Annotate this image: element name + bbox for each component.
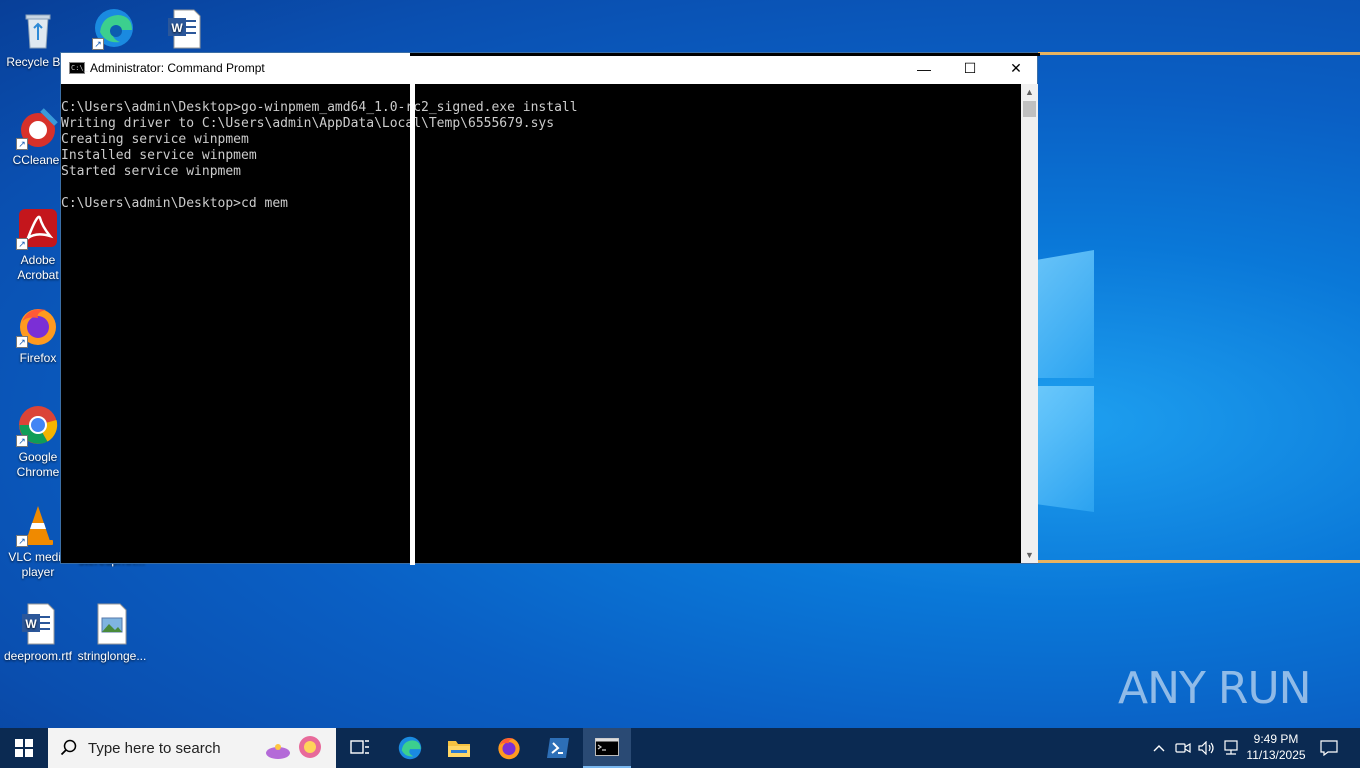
image-file-icon xyxy=(90,602,134,646)
vlc-icon: ↗ xyxy=(16,503,60,547)
shortcut-arrow-icon: ↗ xyxy=(16,435,28,447)
taskbar-firefox[interactable] xyxy=(485,728,533,768)
desktop-icon-edge[interactable]: ↗ xyxy=(76,6,152,53)
cmd-app-icon: C:\_ xyxy=(69,62,88,74)
edge-icon xyxy=(398,736,422,760)
meet-now-icon xyxy=(1175,742,1191,754)
word-doc-icon: W xyxy=(16,602,60,646)
wallpaper-light-beam-top xyxy=(1036,52,1360,55)
notification-icon xyxy=(1320,740,1338,756)
tray-volume[interactable] xyxy=(1196,728,1218,768)
wallpaper-light-beam-bottom xyxy=(1036,560,1360,563)
svg-text:W: W xyxy=(171,21,183,35)
firefox-icon: ↗ xyxy=(16,304,60,348)
ccleaner-icon: ↗ xyxy=(16,106,60,150)
shortcut-arrow-icon: ↗ xyxy=(16,138,28,150)
edge-icon: ↗ xyxy=(92,6,136,50)
shortcut-arrow-icon: ↗ xyxy=(16,535,28,547)
network-icon xyxy=(1224,740,1238,755)
clock-time: 9:49 PM xyxy=(1253,732,1299,746)
desktop-icon-label: deeproom.rtf xyxy=(3,649,73,663)
clock-date: 11/13/2025 xyxy=(1246,748,1306,762)
search-placeholder: Type here to search xyxy=(88,739,221,757)
shortcut-arrow-icon: ↗ xyxy=(16,238,28,250)
chevron-up-icon xyxy=(1153,745,1165,752)
desktop-icon-word-document[interactable]: W xyxy=(146,6,222,53)
console-output[interactable]: C:\Users\admin\Desktop>go-winpmem_amd64_… xyxy=(61,84,1021,563)
desktop-icon-stringlonge[interactable]: stringlonge... xyxy=(74,602,150,664)
folder-icon xyxy=(448,741,470,757)
acrobat-icon: ↗ xyxy=(16,206,60,250)
search-icon xyxy=(60,739,77,756)
close-button[interactable]: ✕ xyxy=(993,53,1039,84)
window-render-artifact-top xyxy=(410,53,1040,56)
command-prompt-window[interactable]: C:\_ Administrator: Command Prompt — ☐ ✕… xyxy=(60,52,1040,565)
minimize-button[interactable]: — xyxy=(901,53,947,84)
search-highlight-icon xyxy=(266,736,321,759)
svg-text:W: W xyxy=(25,617,37,631)
start-button[interactable] xyxy=(0,728,48,768)
vertical-scrollbar[interactable]: ▲ ▼ xyxy=(1021,84,1038,563)
scroll-up-arrow-icon[interactable]: ▲ xyxy=(1021,84,1038,100)
tray-network[interactable] xyxy=(1220,728,1242,768)
task-view-icon xyxy=(350,740,369,754)
action-center-button[interactable] xyxy=(1314,728,1344,768)
window-titlebar[interactable]: C:\_ Administrator: Command Prompt — ☐ ✕ xyxy=(61,53,1037,84)
taskbar-task-view[interactable] xyxy=(336,728,384,768)
volume-icon xyxy=(1198,741,1214,755)
word-doc-icon: W xyxy=(162,6,206,50)
desktop-icon-label: stringlonge... xyxy=(77,649,147,663)
desktop-icon-deeproom[interactable]: W deeproom.rtf xyxy=(0,602,76,664)
taskbar: Type here to search 9:49 PM 11/13/2025 xyxy=(0,728,1360,768)
recycle-bin-icon xyxy=(16,8,60,52)
taskbar-search-box[interactable]: Type here to search xyxy=(48,728,336,768)
maximize-button[interactable]: ☐ xyxy=(947,53,993,84)
taskbar-clock[interactable]: 9:49 PM 11/13/2025 xyxy=(1240,731,1312,763)
powershell-icon xyxy=(547,738,569,758)
windows-start-icon xyxy=(15,739,33,757)
window-render-artifact xyxy=(410,53,415,565)
chrome-icon: ↗ xyxy=(16,403,60,447)
window-title: Administrator: Command Prompt xyxy=(90,61,265,75)
scrollbar-thumb[interactable] xyxy=(1023,101,1036,117)
taskbar-command-prompt[interactable] xyxy=(583,728,631,768)
taskbar-edge[interactable] xyxy=(386,728,434,768)
taskbar-file-explorer[interactable] xyxy=(435,728,483,768)
command-prompt-icon xyxy=(595,738,619,756)
anyrun-watermark: ANY RUN xyxy=(1118,662,1312,714)
console-text: C:\Users\admin\Desktop>go-winpmem_amd64_… xyxy=(61,100,578,211)
scroll-down-arrow-icon[interactable]: ▼ xyxy=(1021,547,1038,563)
tray-meet-now[interactable] xyxy=(1172,728,1194,768)
show-hidden-icons-button[interactable] xyxy=(1148,728,1170,768)
shortcut-arrow-icon: ↗ xyxy=(92,38,104,50)
taskbar-powershell[interactable] xyxy=(534,728,582,768)
shortcut-arrow-icon: ↗ xyxy=(16,336,28,348)
firefox-icon xyxy=(498,737,520,760)
